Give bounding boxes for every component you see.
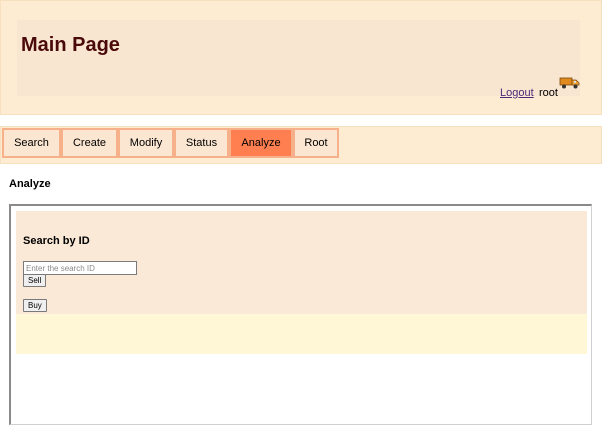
tab-root[interactable]: Root <box>293 128 339 158</box>
tab-analyze[interactable]: Analyze <box>229 128 293 158</box>
username: root <box>539 87 558 99</box>
tab-modify[interactable]: Modify <box>118 128 174 158</box>
section-title: Analyze <box>9 178 51 190</box>
search-input[interactable] <box>23 261 137 275</box>
search-panel: Search by ID Sell Buy <box>16 211 587 314</box>
tab-create[interactable]: Create <box>61 128 118 158</box>
header-panel: Main Page Logout root <box>17 20 580 99</box>
logout-link[interactable]: Logout <box>500 87 534 99</box>
content-frame[interactable]: Search by ID Sell Buy <box>9 204 592 425</box>
tab-search[interactable]: Search <box>2 128 61 158</box>
panel-title: Search by ID <box>23 235 90 247</box>
sell-button[interactable]: Sell <box>23 274 47 287</box>
truck-icon <box>559 77 580 89</box>
page-title: Main Page <box>21 34 120 56</box>
tab-bar: Search Create Modify Status Analyze Root <box>0 126 602 164</box>
tab-status[interactable]: Status <box>174 128 229 158</box>
buy-button[interactable]: Buy <box>23 299 47 312</box>
result-area <box>16 314 587 354</box>
header: Main Page Logout root <box>0 0 602 115</box>
